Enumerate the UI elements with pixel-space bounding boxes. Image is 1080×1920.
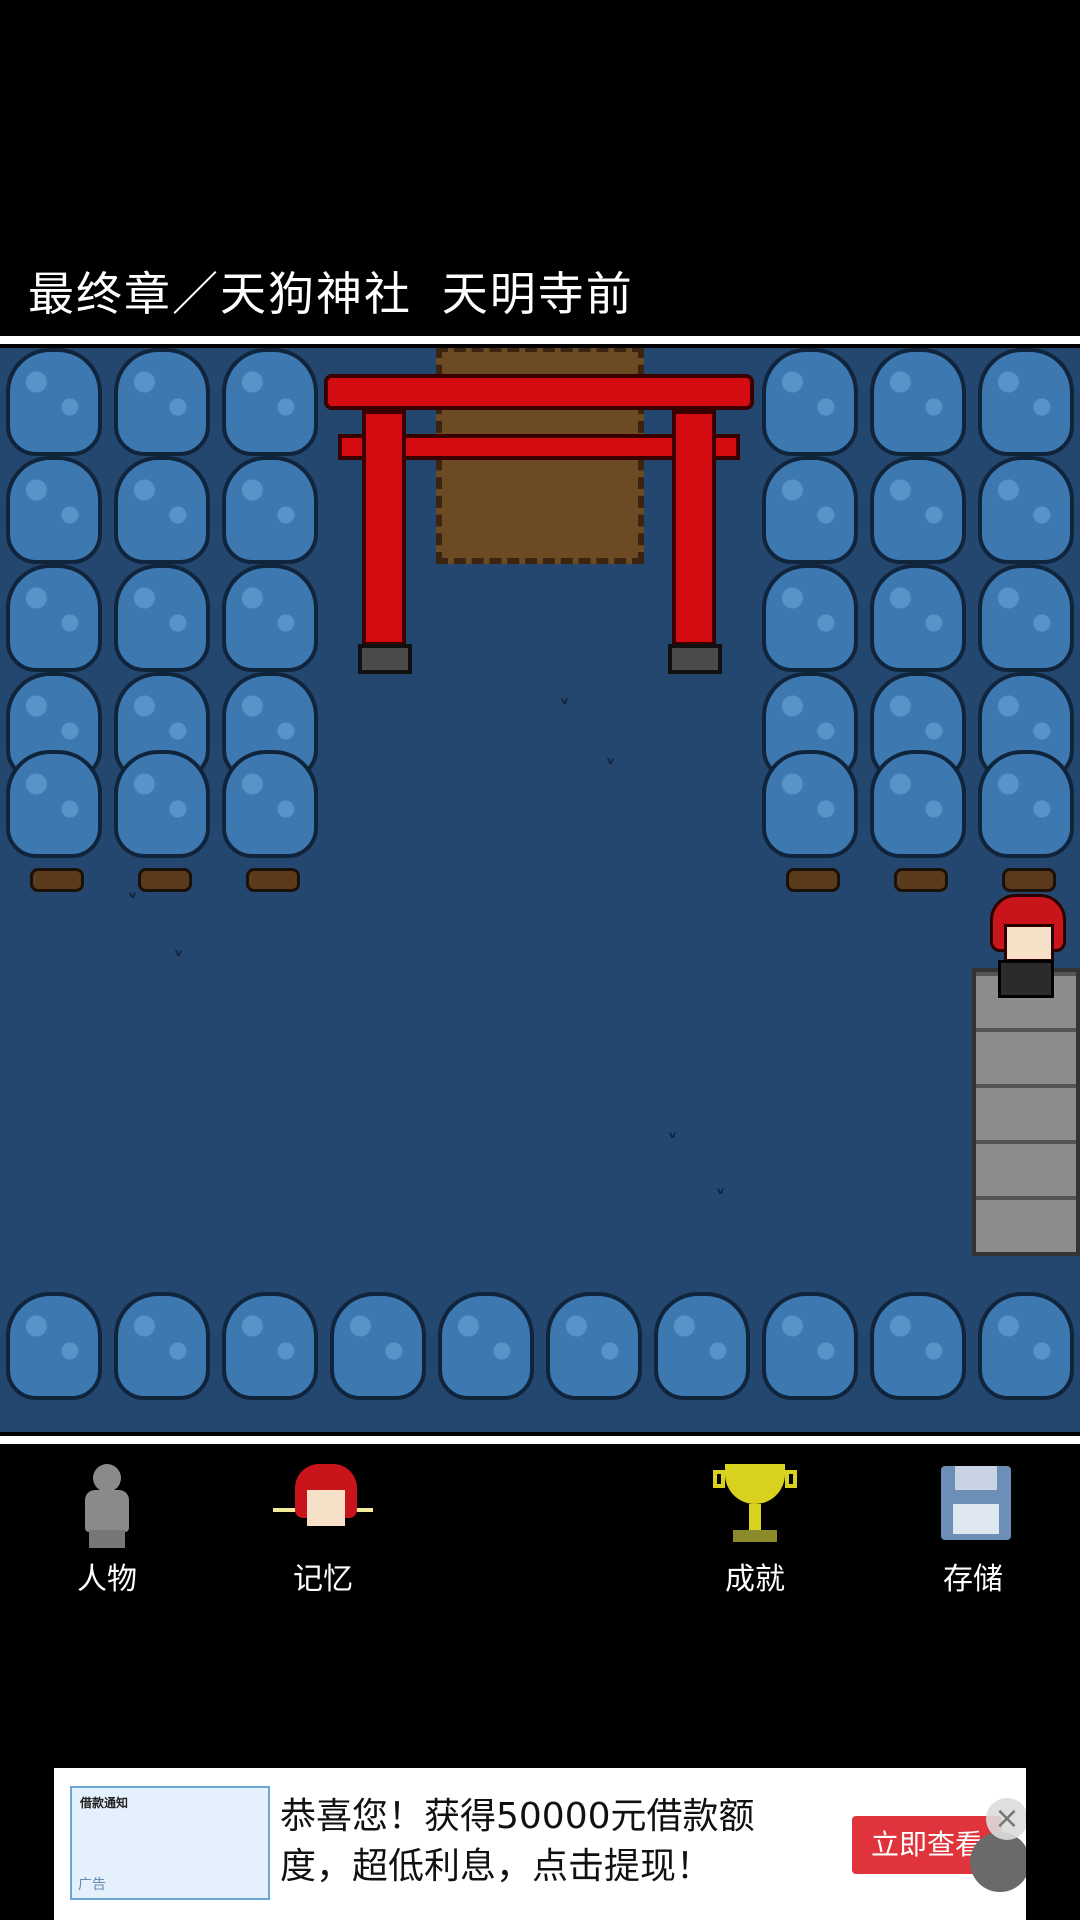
character-body: [998, 960, 1054, 998]
trophy-icon: [705, 1464, 805, 1550]
menu-save-label: 存储: [943, 1562, 1003, 1597]
floppy-disk-icon: [923, 1464, 1023, 1550]
float-bubble-icon[interactable]: [970, 1832, 1026, 1892]
grass-tuft: ᵥ: [716, 1178, 726, 1199]
location-title: 最终章／天狗神社 天明寺前: [28, 267, 634, 321]
torii-top-beam: [324, 374, 754, 410]
tree-trunk: [786, 868, 840, 892]
menu-memory-label: 记忆: [293, 1562, 353, 1597]
tree-trunk: [894, 868, 948, 892]
character-face: [1004, 924, 1054, 962]
person-icon: [57, 1464, 157, 1550]
menu-save-button[interactable]: 存储: [898, 1464, 1048, 1604]
player-character[interactable]: [980, 894, 1070, 1000]
close-icon[interactable]: ×: [986, 1798, 1026, 1840]
scene-bottom-border: [0, 1436, 1080, 1444]
stone-wall: [972, 968, 1080, 1256]
game-scene[interactable]: ᵥ ᵥ ᵥ ᵥ ᵥ ᵥ: [0, 348, 1080, 1432]
torii-left-base: [358, 644, 412, 674]
menu-achievement-label: 成就: [725, 1562, 785, 1597]
torii-left-post: [362, 410, 406, 646]
ad-banner[interactable]: 借款通知 广告 恭喜您！获得50000元借款额度，超低利息，点击提现！ 立即查看…: [54, 1768, 1026, 1920]
tree-trunk: [246, 868, 300, 892]
tree-trunk: [30, 868, 84, 892]
ad-thumb-title: 借款通知: [80, 1796, 129, 1810]
bottom-menu: 人物 记忆 成就 存储: [0, 1448, 1080, 1608]
grass-tuft: ᵥ: [606, 748, 616, 769]
torii-right-base: [668, 644, 722, 674]
menu-memory-button[interactable]: 记忆: [248, 1464, 398, 1604]
menu-person-label: 人物: [77, 1562, 137, 1597]
scene-top-border: [0, 336, 1080, 344]
ad-text: 恭喜您！获得50000元借款额度，超低利息，点击提现！: [280, 1796, 755, 1887]
tree-trunk: [1002, 868, 1056, 892]
grass-tuft: ᵥ: [560, 688, 570, 709]
grass-tuft: ᵥ: [128, 882, 138, 903]
grass-tuft: ᵥ: [174, 940, 184, 961]
tree-trunk: [138, 868, 192, 892]
torii-right-post: [672, 410, 716, 646]
ad-thumbnail: 借款通知 广告: [70, 1786, 270, 1900]
grass-tuft: ᵥ: [668, 1122, 678, 1143]
ad-label: 广告: [78, 1877, 106, 1893]
menu-person-button[interactable]: 人物: [32, 1464, 182, 1604]
memory-icon: [273, 1464, 373, 1550]
menu-achievement-button[interactable]: 成就: [680, 1464, 830, 1604]
